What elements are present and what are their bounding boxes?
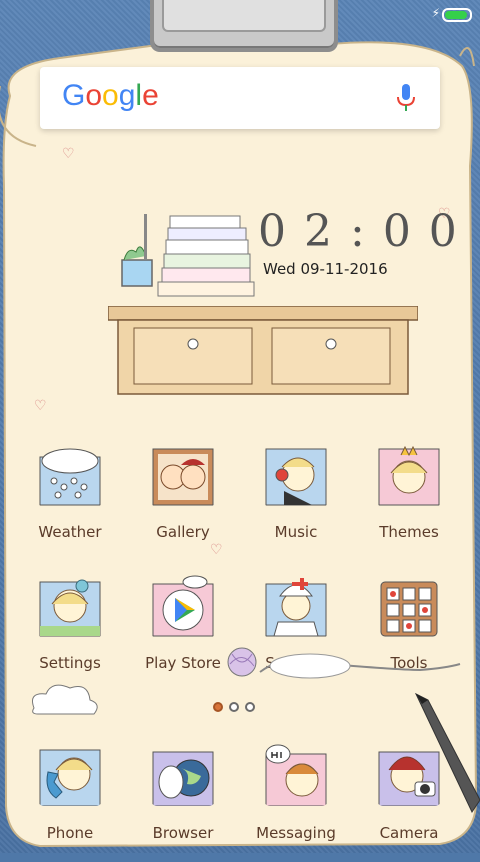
bolt-icon: ⚡ [431, 6, 440, 20]
messaging-icon [265, 744, 327, 806]
app-label: Themes [379, 523, 439, 541]
app-weather[interactable]: Weather [11, 443, 129, 563]
app-music[interactable]: Music [237, 443, 355, 563]
app-label: Settings [39, 654, 101, 672]
weather-icon [39, 448, 101, 506]
google-logo: Google [62, 79, 159, 112]
app-label: Camera [379, 824, 439, 842]
app-label: Weather [38, 523, 102, 541]
themes-icon [378, 445, 440, 506]
clock-time: 02:00 [258, 206, 475, 257]
page-dot-2[interactable] [229, 702, 239, 712]
app-themes[interactable]: Themes [350, 443, 468, 563]
battery-icon [442, 8, 472, 22]
mic-icon[interactable] [396, 83, 416, 113]
pencil-illustration [414, 692, 480, 814]
app-label: Music [274, 523, 318, 541]
app-phone[interactable]: Phone [11, 742, 129, 862]
settings-icon [39, 579, 101, 637]
phone-icon [39, 749, 101, 806]
security-icon [265, 578, 327, 637]
app-label: Browser [152, 824, 214, 842]
page-indicator[interactable] [213, 697, 261, 716]
app-browser[interactable]: Browser [124, 742, 242, 862]
music-icon [265, 448, 327, 506]
clipboard-clip [150, 0, 338, 52]
desk-illustration [108, 306, 418, 395]
browser-icon [152, 751, 214, 806]
page-dot-3[interactable] [245, 702, 255, 712]
app-label: Gallery [156, 523, 210, 541]
cat-illustration [227, 647, 461, 679]
google-search-bar[interactable]: Google [40, 67, 440, 129]
app-label: Messaging [256, 824, 336, 842]
heart-doodle: ♡ [62, 146, 75, 162]
play-store-icon [152, 575, 214, 637]
app-label: Phone [46, 824, 94, 842]
heart-doodle: ♡ [34, 398, 47, 414]
gallery-icon [152, 448, 214, 506]
app-gallery[interactable]: Gallery [124, 443, 242, 563]
app-settings[interactable]: Settings [11, 574, 129, 694]
cloud-doodle [32, 684, 98, 715]
tools-icon [380, 581, 438, 637]
clock-date: Wed 09-11-2016 [263, 260, 388, 278]
app-messaging[interactable]: Messaging [237, 742, 355, 862]
books-illustration [121, 214, 255, 297]
page-dot-1[interactable] [213, 702, 223, 712]
